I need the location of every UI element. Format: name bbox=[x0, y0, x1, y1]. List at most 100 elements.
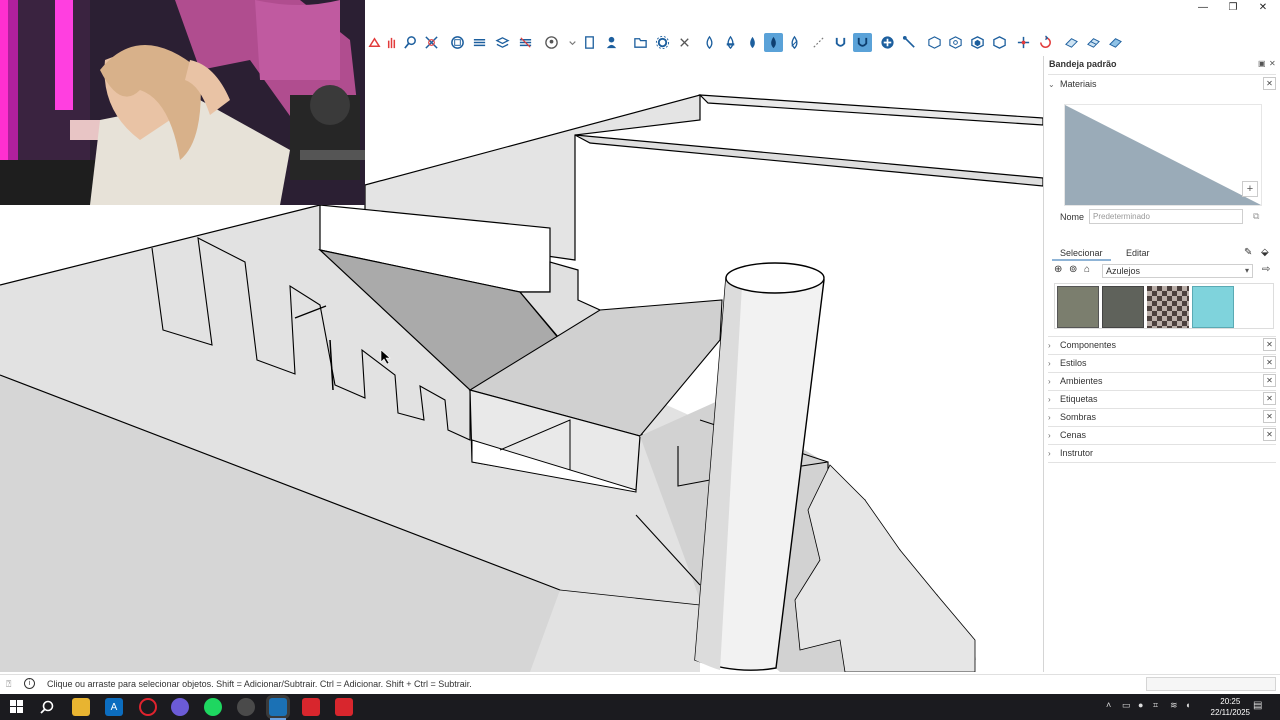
clock[interactable]: 20:25 22/11/2025 bbox=[1211, 696, 1250, 718]
spotify-icon[interactable] bbox=[204, 698, 222, 716]
sparkle-icon[interactable] bbox=[809, 33, 828, 52]
file-explorer-icon[interactable] bbox=[72, 698, 90, 716]
chevron-right-icon: › bbox=[1048, 448, 1051, 458]
monitor-icon[interactable]: ▭ bbox=[1122, 700, 1131, 711]
windows-start-icon[interactable] bbox=[8, 698, 26, 716]
minimize-button[interactable]: — bbox=[1188, 0, 1218, 16]
materials-section-header[interactable]: ⌄ Materiais ✕ bbox=[1048, 76, 1276, 92]
magnet-icon[interactable] bbox=[831, 33, 850, 52]
terrain-grid-icon[interactable] bbox=[1062, 33, 1081, 52]
environments-section-header[interactable]: › Ambientes ✕ bbox=[1048, 373, 1276, 389]
duplicate-icon[interactable]: ⧉ bbox=[1253, 211, 1259, 222]
tab-edit[interactable]: Editar bbox=[1118, 246, 1158, 261]
materials-close-button[interactable]: ✕ bbox=[1263, 77, 1276, 90]
drop-half-icon[interactable] bbox=[721, 33, 740, 52]
chevron-up-icon[interactable]: ˄ bbox=[1106, 700, 1111, 710]
microphone-icon[interactable]: ● bbox=[1138, 700, 1143, 710]
details-icon[interactable]: ⇨ bbox=[1262, 264, 1270, 275]
wifi-icon[interactable]: ≋ bbox=[1170, 700, 1178, 711]
measurements-box[interactable] bbox=[1146, 677, 1276, 691]
layers-icon[interactable] bbox=[470, 33, 489, 52]
forward-icon[interactable]: ⊚ bbox=[1069, 264, 1077, 275]
scenes-section-header[interactable]: › Cenas ✕ bbox=[1048, 427, 1276, 443]
box-filled-icon[interactable] bbox=[968, 33, 987, 52]
terrain-stamp-icon[interactable] bbox=[1106, 33, 1125, 52]
app-red-icon[interactable] bbox=[302, 698, 320, 716]
create-material-button[interactable]: + bbox=[1242, 181, 1258, 197]
notifications-icon[interactable]: ▤ bbox=[1253, 700, 1262, 711]
home-icon[interactable]: ⌂ bbox=[1084, 264, 1090, 275]
sketchup-icon[interactable] bbox=[269, 698, 287, 716]
swatch-concrete[interactable] bbox=[1057, 286, 1099, 328]
volume-icon[interactable]: ◖ bbox=[1185, 700, 1190, 710]
new-file-icon[interactable] bbox=[580, 33, 599, 52]
pin-icon[interactable]: ▣ bbox=[1258, 59, 1266, 68]
back-icon[interactable]: ⊕ bbox=[1054, 264, 1062, 275]
styles-close-button[interactable]: ✕ bbox=[1263, 356, 1276, 369]
close-icon[interactable] bbox=[675, 33, 694, 52]
stack-icon[interactable] bbox=[493, 33, 512, 52]
user-circle-icon[interactable] bbox=[542, 33, 561, 52]
material-preview: + bbox=[1064, 104, 1262, 206]
bucket-icon[interactable]: ⬙ bbox=[1261, 247, 1269, 258]
section-plane-icon[interactable] bbox=[448, 33, 467, 52]
material-name-input[interactable]: Predeterminado bbox=[1089, 209, 1243, 224]
box-half-icon[interactable] bbox=[990, 33, 1009, 52]
rotate-icon[interactable] bbox=[1036, 33, 1055, 52]
drop-filled-icon[interactable] bbox=[743, 33, 762, 52]
environments-close-button[interactable]: ✕ bbox=[1263, 374, 1276, 387]
person-icon[interactable] bbox=[602, 33, 621, 52]
swatch-checker-tile[interactable] bbox=[1147, 286, 1189, 328]
eyedropper-icon[interactable]: ✎ bbox=[1244, 247, 1252, 258]
gear-icon[interactable] bbox=[653, 33, 672, 52]
styles-section-header[interactable]: › Estilos ✕ bbox=[1048, 355, 1276, 371]
terrain-grid-alt-icon[interactable] bbox=[1084, 33, 1103, 52]
components-section-header[interactable]: › Componentes ✕ bbox=[1048, 337, 1276, 353]
opera-icon[interactable] bbox=[139, 698, 157, 716]
zoom-icon[interactable] bbox=[401, 33, 420, 52]
tray-close-icon[interactable]: ✕ bbox=[1269, 59, 1276, 68]
components-close-button[interactable]: ✕ bbox=[1263, 338, 1276, 351]
move-nodes-icon[interactable] bbox=[1014, 33, 1033, 52]
tape-measure-icon[interactable] bbox=[900, 33, 919, 52]
scenes-label: Cenas bbox=[1060, 430, 1087, 440]
close-button[interactable]: ✕ bbox=[1248, 0, 1278, 16]
status-bar: ⍰ i Clique ou arraste para selecionar ob… bbox=[0, 674, 1280, 694]
help-icon[interactable]: ⍰ bbox=[6, 679, 11, 690]
autocad-icon[interactable]: A bbox=[105, 698, 123, 716]
swatch-dark-stone[interactable] bbox=[1102, 286, 1144, 328]
shadows-close-button[interactable]: ✕ bbox=[1263, 410, 1276, 423]
drop-active-icon[interactable] bbox=[764, 33, 783, 52]
tab-select[interactable]: Selecionar bbox=[1052, 246, 1111, 261]
swatch-aqua-tile[interactable] bbox=[1192, 286, 1234, 328]
magnet-active-icon[interactable] bbox=[853, 33, 872, 52]
chevron-right-icon: › bbox=[1048, 340, 1051, 350]
obs-icon[interactable] bbox=[237, 698, 255, 716]
add-point-icon[interactable] bbox=[878, 33, 897, 52]
search-icon[interactable] bbox=[38, 698, 56, 716]
tags-section-header[interactable]: › Etiquetas ✕ bbox=[1048, 391, 1276, 407]
zoom-extents-icon[interactable] bbox=[422, 33, 441, 52]
drop-striped-icon[interactable] bbox=[785, 33, 804, 52]
folder-icon[interactable] bbox=[631, 33, 650, 52]
materials-tabs: Selecionar Editar ✎ ⬙ bbox=[1052, 246, 1274, 262]
network-icon[interactable]: ⌗ bbox=[1153, 700, 1158, 711]
drop-outline-icon[interactable] bbox=[700, 33, 719, 52]
box-cloud-icon[interactable] bbox=[946, 33, 965, 52]
chevron-right-icon: › bbox=[1048, 412, 1051, 422]
shadows-section-header[interactable]: › Sombras ✕ bbox=[1048, 409, 1276, 425]
discord-icon[interactable] bbox=[171, 698, 189, 716]
app-red-alt-icon[interactable] bbox=[335, 698, 353, 716]
scenes-close-button[interactable]: ✕ bbox=[1263, 428, 1276, 441]
divider bbox=[1048, 74, 1276, 75]
restore-button[interactable]: ❐ bbox=[1218, 0, 1248, 16]
box-outline-icon[interactable] bbox=[925, 33, 944, 52]
instructor-section-header[interactable]: › Instrutor bbox=[1048, 445, 1276, 461]
info-icon[interactable]: i bbox=[24, 678, 35, 689]
default-tray: Bandeja padrão ▣ ✕ ⌄ Materiais ✕ + Nome … bbox=[1043, 56, 1280, 672]
tags-close-button[interactable]: ✕ bbox=[1263, 392, 1276, 405]
collection-select[interactable]: Azulejos ▾ bbox=[1102, 264, 1253, 278]
tray-title: Bandeja padrão bbox=[1049, 59, 1117, 69]
hand-icon[interactable] bbox=[382, 33, 401, 52]
layers-alt-icon[interactable] bbox=[516, 33, 535, 52]
